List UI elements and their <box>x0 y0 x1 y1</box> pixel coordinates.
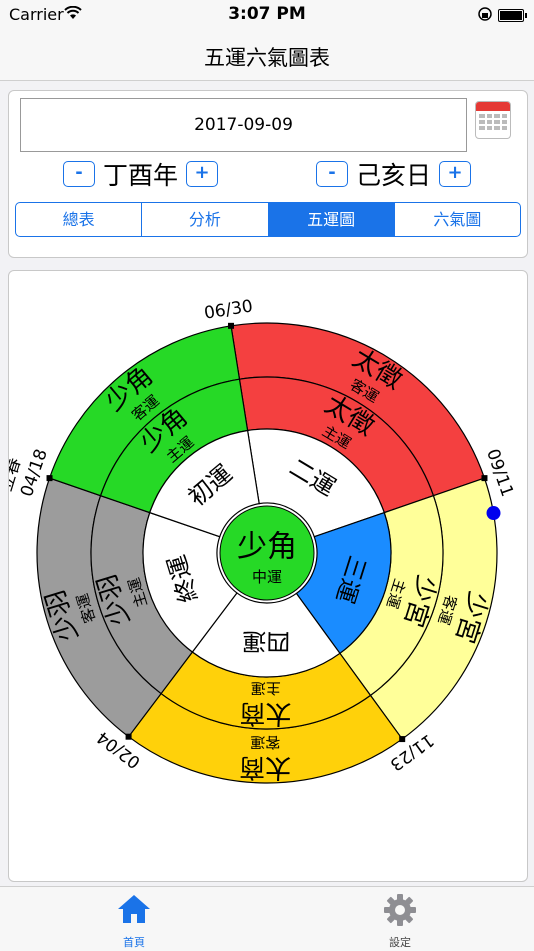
page-title: 五運六氣圖表 <box>204 46 330 70</box>
date-field[interactable]: 2017-09-09 <box>20 98 467 152</box>
calendar-icon[interactable] <box>475 101 511 139</box>
guest-label-shang: 客運 <box>250 733 280 751</box>
segment-summary[interactable]: 總表 <box>16 203 141 236</box>
tab-home[interactable]: 首頁 <box>67 887 201 951</box>
day-minus-button[interactable]: - <box>316 161 348 187</box>
rotation-lock-icon <box>478 6 492 26</box>
tab-settings-label: 設定 <box>389 936 411 949</box>
host-label-shang: 主運 <box>251 679 281 697</box>
center-label: 中運 <box>252 568 282 586</box>
day-stepper: - 己亥日 + <box>316 157 472 191</box>
current-day-indicator[interactable] <box>486 506 501 521</box>
date-label-0: 06/30 <box>203 296 255 323</box>
date-marker-1 <box>481 475 488 482</box>
controls-panel: 2017-09-09 - 丁酉年 + - 己亥日 + 總表 分析 五運圖 六氣圖 <box>8 90 528 258</box>
navigation-bar: 五運六氣圖表 <box>0 30 534 81</box>
year-plus-button[interactable]: + <box>186 161 219 187</box>
gear-icon <box>384 894 416 926</box>
host-phase-shang: 太商 <box>239 698 291 728</box>
date-marker-0 <box>228 322 235 329</box>
day-label: 己亥日 <box>356 161 432 190</box>
year-minus-button[interactable]: - <box>63 161 95 187</box>
date-marker-3 <box>125 733 132 740</box>
day-plus-button[interactable]: + <box>439 161 472 187</box>
tab-bar: 首頁 設定 <box>0 886 534 951</box>
wheel-panel: 太徵 客運 太徵 主運 二運 少宮 客運 少宮 主運 三運 太商 客運 太商 主運 四運 少羽 客運 少羽 主運 終運… <box>8 270 528 882</box>
tab-settings[interactable]: 設定 <box>333 887 467 951</box>
segmented-control: 總表 分析 五運圖 六氣圖 <box>15 202 521 237</box>
inner-phase-shang: 四運 <box>242 627 290 655</box>
guest-phase-shang: 太商 <box>239 752 291 782</box>
year-label: 丁酉年 <box>103 161 179 190</box>
segment-six-qi[interactable]: 六氣圖 <box>393 203 520 236</box>
date-marker-2 <box>399 736 406 743</box>
battery-icon <box>498 9 527 22</box>
clock: 3:07 PM <box>228 4 306 24</box>
segment-analysis[interactable]: 分析 <box>141 203 267 236</box>
home-icon <box>118 895 150 923</box>
segment-five-phases[interactable]: 五運圖 <box>267 203 394 236</box>
date-marker-4 <box>46 475 53 482</box>
tab-home-label: 首頁 <box>123 936 145 949</box>
status-bar: Carrier 3:07 PM <box>0 0 534 30</box>
center-phase: 少角 <box>237 530 297 565</box>
five-phases-wheel: 太徵客運太徵主運二運少宮客運少宮主運三運太商客運太商主運四運少羽客運少羽主運 終運… <box>9 296 517 784</box>
year-stepper: - 丁酉年 + <box>63 157 219 191</box>
